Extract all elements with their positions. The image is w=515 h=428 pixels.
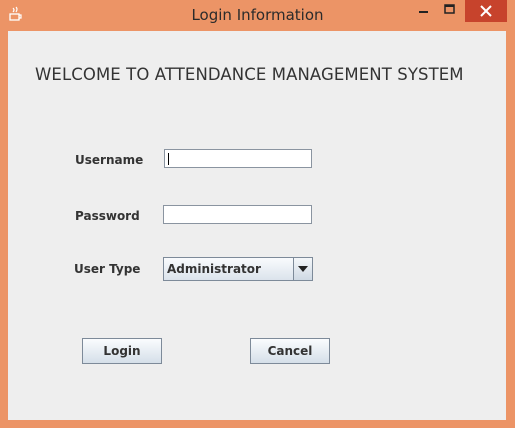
usertype-select[interactable]: Administrator	[163, 257, 313, 281]
maximize-icon	[444, 4, 455, 14]
login-window: Login Information WELCOME TO ATTENDANCE …	[0, 0, 515, 428]
usertype-selected: Administrator	[167, 262, 261, 276]
chevron-down-icon	[298, 266, 308, 272]
close-icon	[480, 5, 492, 17]
dropdown-button[interactable]	[293, 258, 312, 280]
content-pane: WELCOME TO ATTENDANCE MANAGEMENT SYSTEM …	[8, 31, 506, 420]
welcome-heading: WELCOME TO ATTENDANCE MANAGEMENT SYSTEM	[35, 65, 464, 84]
password-input[interactable]	[163, 205, 312, 224]
username-input[interactable]	[164, 149, 312, 168]
minimize-button[interactable]	[410, 0, 436, 22]
username-label: Username	[75, 153, 144, 167]
text-caret	[168, 153, 169, 165]
cancel-button[interactable]: Cancel	[250, 338, 330, 364]
password-label: Password	[75, 209, 140, 223]
title-bar[interactable]: Login Information	[0, 0, 515, 30]
minimize-icon	[419, 11, 428, 13]
maximize-button[interactable]	[436, 0, 462, 22]
close-button[interactable]	[465, 0, 507, 22]
usertype-label: User Type	[74, 262, 141, 276]
login-button[interactable]: Login	[82, 338, 162, 364]
